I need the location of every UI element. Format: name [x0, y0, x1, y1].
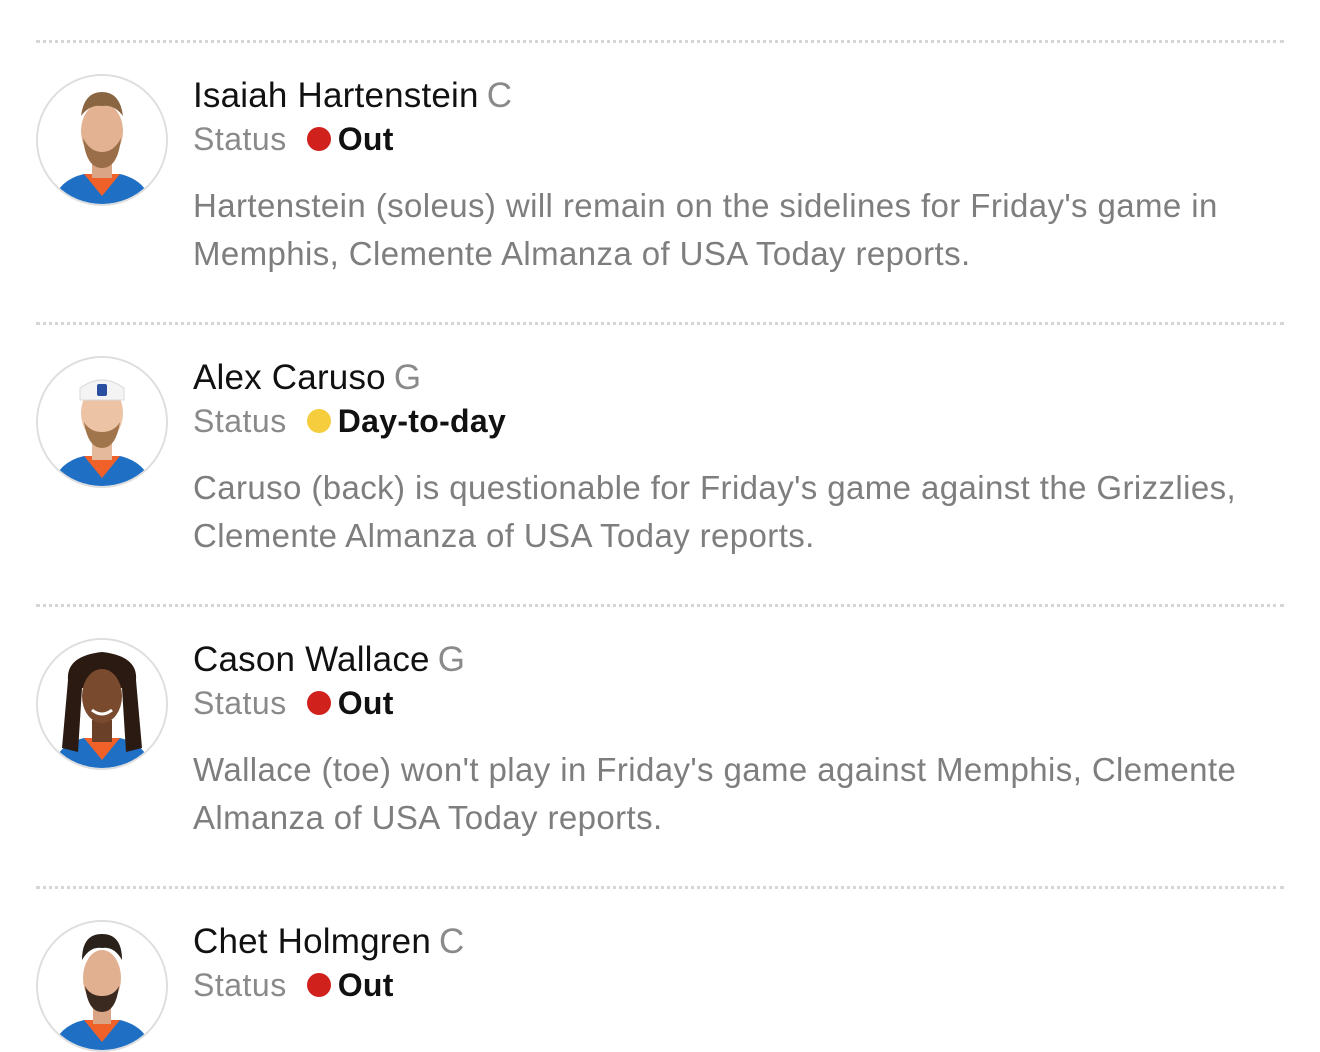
- player-name-line: Chet Holmgren C: [193, 922, 464, 962]
- row-divider: [36, 604, 1284, 607]
- player-name-line: Cason Wallace G: [193, 640, 465, 680]
- player-headshot-icon: [38, 76, 166, 204]
- player-avatar[interactable]: [36, 356, 168, 488]
- injury-note: Caruso (back) is questionable for Friday…: [193, 469, 1237, 554]
- player-avatar[interactable]: [36, 74, 168, 206]
- player-headshot-icon: [38, 358, 166, 486]
- status-value: Out: [337, 967, 394, 1003]
- status-row: Status Day-to-day: [193, 401, 506, 441]
- player-position: C: [438, 922, 465, 961]
- status-row: Status Out: [193, 119, 394, 159]
- player-name[interactable]: Chet Holmgren: [193, 922, 431, 961]
- player-name-line: Isaiah Hartenstein C: [193, 76, 512, 116]
- row-divider: [36, 40, 1284, 43]
- row-divider: [36, 322, 1284, 325]
- status-label: Status: [193, 121, 287, 157]
- player-name[interactable]: Alex Caruso: [193, 358, 386, 397]
- status-label: Status: [193, 403, 287, 439]
- status-label: Status: [193, 685, 287, 721]
- player-avatar[interactable]: [36, 638, 168, 770]
- status-value: Out: [337, 121, 394, 157]
- status-dot-icon: [306, 973, 331, 997]
- player-position: G: [437, 640, 466, 679]
- status-label: Status: [193, 967, 287, 1003]
- player-position: C: [486, 76, 513, 115]
- player-headshot-icon: [38, 640, 166, 768]
- status-row: Status Out: [193, 683, 394, 723]
- injury-note: Wallace (toe) won't play in Friday's gam…: [193, 751, 1237, 836]
- status-value: Out: [337, 685, 394, 721]
- player-position: G: [393, 358, 422, 397]
- player-name-line: Alex Caruso G: [193, 358, 421, 398]
- status-dot-icon: [306, 691, 331, 715]
- status-row: Status Out: [193, 965, 394, 1005]
- player-headshot-icon: [38, 922, 166, 1050]
- player-name[interactable]: Cason Wallace: [193, 640, 430, 679]
- status-dot-icon: [306, 127, 331, 151]
- status-value: Day-to-day: [337, 403, 507, 439]
- status-dot-icon: [306, 409, 331, 433]
- player-name[interactable]: Isaiah Hartenstein: [193, 76, 479, 115]
- player-avatar[interactable]: [36, 920, 168, 1052]
- row-divider: [36, 886, 1284, 889]
- injury-note: Hartenstein (soleus) will remain on the …: [193, 187, 1218, 272]
